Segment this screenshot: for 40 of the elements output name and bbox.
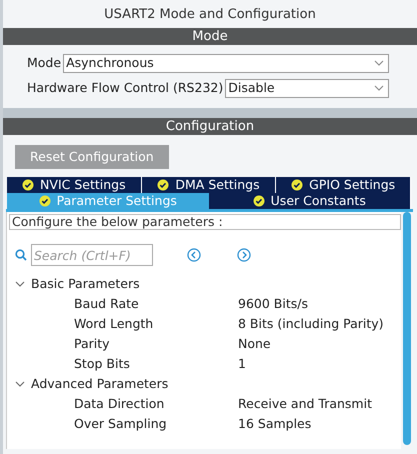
window-title: USART2 Mode and Configuration bbox=[103, 6, 317, 24]
group-label: Advanced Parameters bbox=[31, 374, 168, 393]
check-circle-icon bbox=[38, 195, 51, 208]
check-circle-icon bbox=[252, 195, 265, 208]
next-icon[interactable] bbox=[237, 248, 251, 262]
parameter-name: Parity bbox=[73, 334, 111, 353]
group-label: Basic Parameters bbox=[31, 274, 140, 293]
tab[interactable]: User Constants bbox=[208, 193, 411, 210]
parameter-name: Baud Rate bbox=[73, 294, 140, 313]
check-circle-icon bbox=[22, 179, 34, 192]
search-icon bbox=[15, 249, 27, 262]
dropdown[interactable]: Asynchronous bbox=[63, 54, 389, 72]
section-header: Mode bbox=[3, 28, 417, 44]
parameter-value: 1 bbox=[238, 354, 246, 373]
tab[interactable]: DMA Settings bbox=[142, 177, 276, 194]
tab[interactable]: GPIO Settings bbox=[276, 177, 412, 194]
tab[interactable]: NVIC Settings bbox=[7, 177, 142, 194]
check-circle-icon bbox=[291, 179, 304, 192]
parameter-value: 9600 Bits/s bbox=[238, 294, 308, 313]
parameter-name: Data Direction bbox=[73, 394, 166, 413]
chevron-down-icon bbox=[374, 85, 384, 91]
parameter-name: Over Sampling bbox=[73, 414, 168, 433]
chevron-down-icon[interactable] bbox=[15, 381, 25, 388]
description-text: Configure the below parameters : bbox=[9, 214, 401, 230]
previous-icon[interactable] bbox=[187, 248, 201, 262]
parameter-value: Receive and Transmit bbox=[238, 394, 372, 413]
field-label: Mode bbox=[27, 54, 62, 72]
check-circle-icon bbox=[157, 179, 170, 192]
section-header: Configuration bbox=[3, 118, 417, 134]
field-label: Hardware Flow Control (RS232) bbox=[27, 78, 224, 97]
scrollbar[interactable] bbox=[403, 212, 411, 446]
parameter-value: None bbox=[238, 334, 271, 353]
chevron-down-icon[interactable] bbox=[15, 281, 25, 288]
chevron-down-icon bbox=[374, 60, 384, 66]
parameter-value: 16 Samples bbox=[238, 414, 312, 433]
parameter-name: Stop Bits bbox=[73, 354, 131, 373]
search-field[interactable]: Search (Crtl+F) bbox=[31, 244, 153, 266]
parameter-name: Word Length bbox=[73, 314, 154, 333]
parameter-value: 8 Bits (including Parity) bbox=[238, 314, 384, 333]
dropdown[interactable]: Disable bbox=[225, 78, 389, 98]
